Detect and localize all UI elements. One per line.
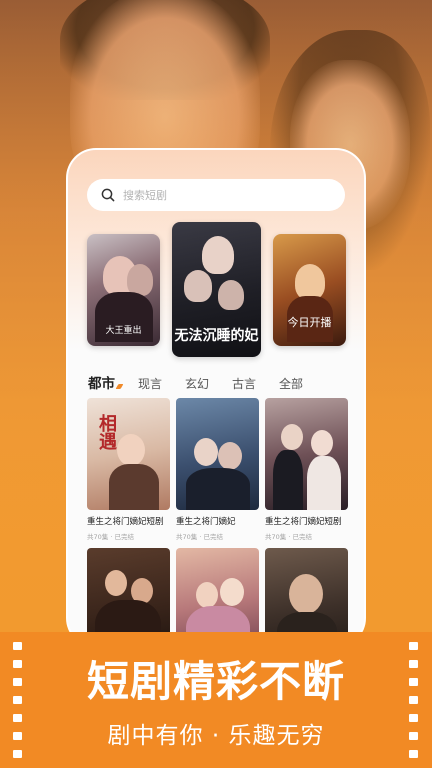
banner-card-left[interactable]: 大王重出: [87, 234, 160, 346]
poster-title: 相遇: [96, 414, 117, 450]
drama-card[interactable]: 相遇 重生之将门嫡妃短剧 共70集 · 已完结: [87, 398, 170, 541]
search-placeholder: 搜索短剧: [123, 189, 167, 202]
tab-guyan[interactable]: 古言: [232, 375, 256, 392]
drama-title: 重生之将门嫡妃: [176, 517, 236, 527]
drama-meta: 共70集 · 已完结: [176, 533, 223, 541]
drama-meta: 共70集 · 已完结: [265, 533, 312, 541]
tab-dushi[interactable]: 都市: [88, 372, 124, 392]
banner-card-right[interactable]: 今日开播: [273, 234, 346, 346]
drama-card[interactable]: 重生之将门嫡妃短剧 共70集 · 已完结: [265, 398, 348, 541]
drama-meta: 共70集 · 已完结: [87, 533, 134, 541]
tab-indicator: [115, 384, 124, 389]
drama-title: 重生之将门嫡妃短剧: [265, 517, 342, 527]
search-bar[interactable]: 搜索短剧: [87, 179, 345, 211]
drama-poster: [176, 398, 259, 510]
tab-all[interactable]: 全部: [279, 375, 303, 392]
phone-mockup: 搜索短剧 大王重出 无法沉睡的妃 今日开播 都市 现言 玄幻 古言 全部 相遇 …: [66, 148, 366, 648]
banner-title: 大王重出: [105, 326, 142, 336]
promo-banner: 短剧精彩不断 剧中有你 · 乐趣无穷: [0, 632, 432, 768]
drama-title: 重生之将门嫡妃短剧: [87, 517, 164, 527]
tab-label: 都市: [88, 376, 115, 392]
tab-xianyan[interactable]: 现言: [138, 375, 162, 392]
tab-xuanhuan[interactable]: 玄幻: [185, 375, 209, 392]
search-icon: [101, 188, 116, 203]
drama-poster: 相遇: [87, 398, 170, 510]
promo-subline: 剧中有你 · 乐趣无穷: [107, 723, 325, 749]
drama-poster: [265, 398, 348, 510]
promo-headline: 短剧精彩不断: [86, 657, 345, 706]
category-tabs: 都市 现言 玄幻 古言 全部: [88, 372, 326, 392]
drama-card[interactable]: 重生之将门嫡妃 共70集 · 已完结: [176, 398, 259, 541]
banner-title: 无法沉睡的妃: [174, 328, 259, 344]
banner-card-center[interactable]: 无法沉睡的妃: [172, 222, 261, 357]
banner-title: 今日开播: [287, 316, 332, 329]
